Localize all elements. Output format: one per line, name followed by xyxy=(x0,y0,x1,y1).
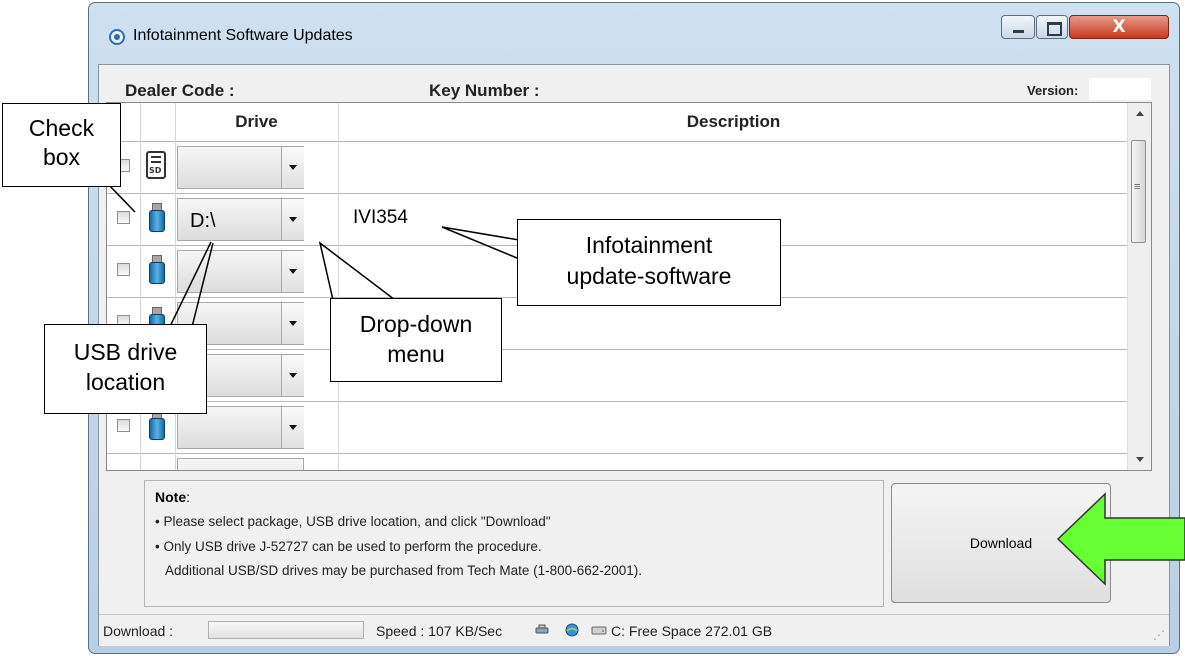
close-button[interactable]: X xyxy=(1069,15,1169,39)
drive-dropdown[interactable] xyxy=(177,146,304,189)
maximize-button[interactable] xyxy=(1036,15,1068,39)
dropdown-callout: Drop-down menu xyxy=(330,298,502,382)
chevron-down-icon[interactable] xyxy=(281,251,304,292)
note-line: Additional USB/SD drives may be purchase… xyxy=(165,563,642,578)
close-icon: X xyxy=(1112,17,1126,37)
row-checkbox[interactable] xyxy=(117,211,130,224)
note-line: • Please select package, USB drive locat… xyxy=(155,514,551,529)
drive-value: D:\ xyxy=(190,210,216,232)
usb-location-callout: USB drive location xyxy=(44,324,207,414)
scroll-up-icon[interactable] xyxy=(1128,103,1151,123)
table-row[interactable] xyxy=(107,402,1129,454)
chevron-down-icon[interactable] xyxy=(281,355,304,396)
row-description: IVI354 xyxy=(353,207,408,228)
client-area: Dealer Code : Key Number : Version: Driv… xyxy=(98,64,1170,646)
status-bar: Download : Speed : 107 KB/Sec C: Free Sp… xyxy=(99,614,1169,646)
table-row[interactable]: SD xyxy=(107,142,1129,194)
col-header-drive: Drive xyxy=(175,103,339,141)
row-checkbox[interactable] xyxy=(117,263,130,276)
window-title: Infotainment Software Updates xyxy=(133,27,353,44)
resize-grip-icon[interactable]: ⋰ xyxy=(1153,628,1165,642)
check-box-callout: Check box xyxy=(2,103,121,187)
usb-drive-icon xyxy=(144,255,170,287)
note-line: • Only USB drive J-52727 can be used to … xyxy=(155,539,542,554)
chevron-down-icon[interactable] xyxy=(281,303,304,344)
chevron-down-icon[interactable] xyxy=(281,147,304,188)
dealer-code-label: Dealer Code : xyxy=(125,81,235,100)
version-label: Version: xyxy=(1027,83,1079,98)
vertical-scrollbar[interactable] xyxy=(1127,103,1151,470)
drive-dropdown[interactable]: D:\ xyxy=(177,198,304,241)
key-number-label: Key Number : xyxy=(429,81,540,100)
table-row[interactable] xyxy=(107,350,1129,402)
scroll-down-icon[interactable] xyxy=(1128,450,1151,470)
hard-drive-icon xyxy=(591,626,607,635)
chevron-down-icon[interactable] xyxy=(281,199,304,240)
col-divider xyxy=(140,103,141,470)
sd-card-icon: SD xyxy=(144,151,170,183)
note-panel: Note: • Please select package, USB drive… xyxy=(144,480,884,607)
note-title: Note: xyxy=(155,489,191,505)
col-divider xyxy=(175,103,176,470)
version-value xyxy=(1089,78,1151,100)
download-button[interactable]: Download xyxy=(891,483,1111,603)
drive-dropdown-partial xyxy=(177,458,304,470)
usb-drive-icon xyxy=(144,203,170,235)
drive-dropdown[interactable] xyxy=(177,250,304,293)
title-bar: Infotainment Software Updates X xyxy=(89,3,1179,61)
col-divider xyxy=(338,103,339,470)
app-icon xyxy=(109,29,125,45)
minimize-button[interactable] xyxy=(1001,15,1035,39)
network-icon xyxy=(565,623,579,637)
scroll-thumb[interactable] xyxy=(1131,140,1146,243)
col-header-icon xyxy=(140,103,176,141)
chevron-down-icon[interactable] xyxy=(281,407,304,448)
usb-status-icon xyxy=(535,624,549,634)
row-checkbox[interactable] xyxy=(117,419,130,432)
speed-text: Speed : 107 KB/Sec xyxy=(376,623,503,639)
download-progress-bar xyxy=(208,621,364,639)
grid-header: Drive Description xyxy=(107,103,1129,142)
usb-drive-icon xyxy=(144,411,170,443)
app-window: Infotainment Software Updates X Dealer C… xyxy=(88,2,1180,654)
col-header-description: Description xyxy=(686,112,781,131)
free-space-text: C: Free Space 272.01 GB xyxy=(611,623,773,639)
infotainment-callout: Infotainment update-software xyxy=(517,219,781,306)
table-row-partial xyxy=(107,454,1129,470)
download-label: Download : xyxy=(103,623,174,639)
